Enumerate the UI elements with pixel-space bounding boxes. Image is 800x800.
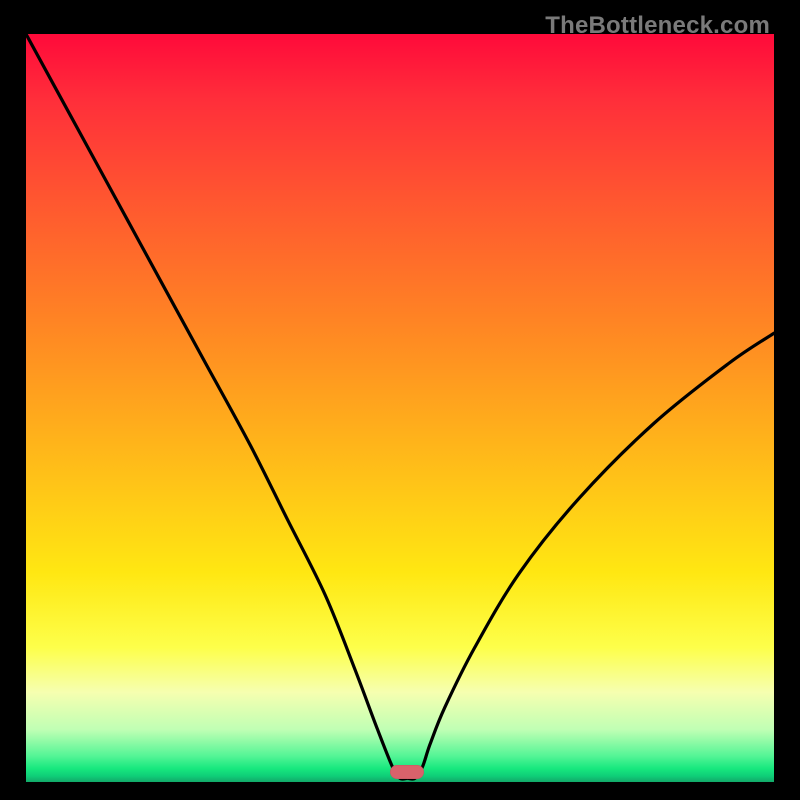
plot-area bbox=[26, 34, 774, 782]
chart-frame: TheBottleneck.com bbox=[10, 10, 790, 790]
optimal-marker bbox=[390, 765, 424, 779]
bottleneck-curve bbox=[26, 34, 774, 782]
